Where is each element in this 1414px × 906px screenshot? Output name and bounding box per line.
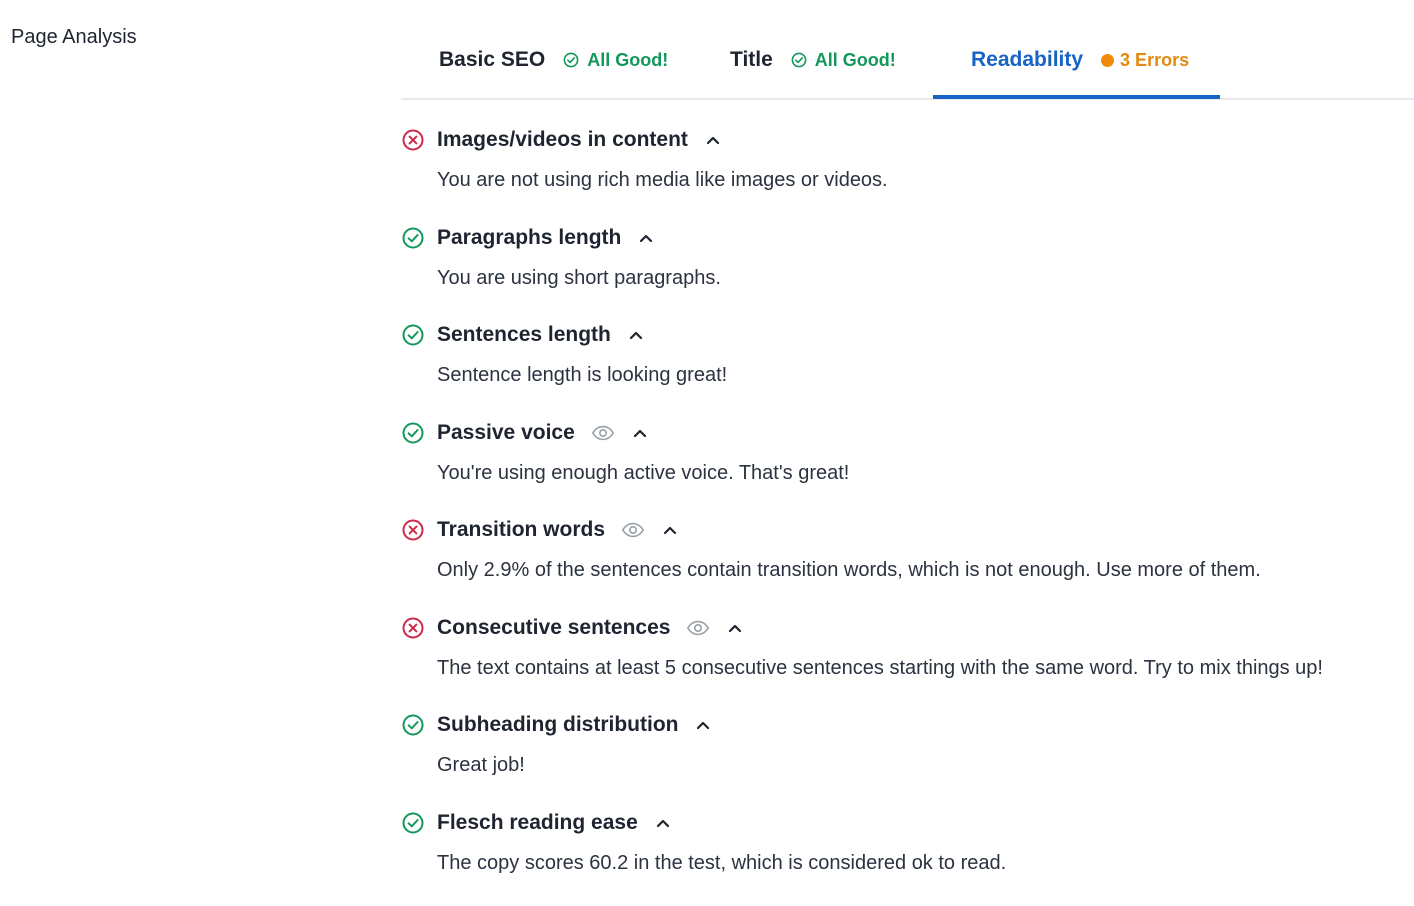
error-circle-icon (401, 518, 425, 542)
tab-status-text: All Good! (587, 40, 668, 80)
chevron-up-icon[interactable] (663, 525, 677, 535)
check-title: Subheading distribution (437, 713, 678, 737)
check-title: Paragraphs length (437, 226, 621, 250)
check-circle-icon (791, 52, 807, 68)
eye-icon[interactable] (686, 620, 710, 636)
chevron-up-icon[interactable] (633, 428, 647, 438)
chevron-up-icon[interactable] (696, 720, 710, 730)
check-circle-icon (401, 226, 425, 250)
check-description: You are using short paragraphs. (437, 267, 721, 290)
check-description: Great job! (437, 754, 525, 777)
chevron-up-icon[interactable] (706, 135, 720, 145)
analysis-tabs: Basic SEO All Good! Title All Good! Read… (401, 40, 1414, 100)
check-item-flesch-reading-ease: Flesch reading ease The copy scores 60.2… (401, 809, 1411, 906)
check-item-consecutive-sentences: Consecutive sentences The text contains … (401, 614, 1411, 712)
check-item-subheading-distribution: Subheading distribution Great job! (401, 711, 1411, 809)
eye-icon[interactable] (591, 425, 615, 441)
tab-status-text: 3 Errors (1120, 40, 1189, 80)
check-title: Passive voice (437, 421, 575, 445)
check-title: Consecutive sentences (437, 616, 670, 640)
chevron-up-icon[interactable] (639, 233, 653, 243)
active-tab-underline (933, 95, 1220, 99)
tab-label: Readability (971, 40, 1083, 80)
check-description: Only 2.9% of the sentences contain trans… (437, 559, 1261, 582)
check-header[interactable]: Flesch reading ease (401, 809, 670, 837)
tab-basic-seo[interactable]: Basic SEO All Good! (439, 40, 668, 98)
tab-label: Title (730, 40, 773, 80)
chevron-up-icon[interactable] (656, 818, 670, 828)
check-header[interactable]: Consecutive sentences (401, 614, 742, 642)
check-description: Sentence length is looking great! (437, 364, 727, 387)
eye-icon[interactable] (621, 522, 645, 538)
tab-status-text: All Good! (815, 40, 896, 80)
check-description: You are not using rich media like images… (437, 169, 888, 192)
check-title: Sentences length (437, 323, 611, 347)
check-header[interactable]: Images/videos in content (401, 126, 720, 154)
check-item-paragraphs-length: Paragraphs length You are using short pa… (401, 224, 1411, 322)
error-circle-icon (401, 616, 425, 640)
check-title: Images/videos in content (437, 128, 688, 152)
check-header[interactable]: Paragraphs length (401, 224, 653, 252)
tab-status-badge: 3 Errors (1101, 40, 1189, 80)
check-header[interactable]: Passive voice (401, 419, 647, 447)
tab-status-badge: All Good! (563, 40, 668, 80)
check-item-sentences-length: Sentences length Sentence length is look… (401, 321, 1411, 419)
error-circle-icon (401, 128, 425, 152)
chevron-up-icon[interactable] (728, 623, 742, 633)
check-description: The copy scores 60.2 in the test, which … (437, 852, 1006, 875)
readability-checks-list: Images/videos in content You are not usi… (401, 126, 1411, 906)
check-circle-icon (401, 713, 425, 737)
check-circle-icon (401, 421, 425, 445)
check-title: Transition words (437, 518, 605, 542)
check-item-passive-voice: Passive voice You're using enough active… (401, 419, 1411, 517)
check-description: You're using enough active voice. That's… (437, 462, 849, 485)
check-circle-icon (563, 52, 579, 68)
tab-status-badge: All Good! (791, 40, 896, 80)
tab-readability[interactable]: Readability 3 Errors (971, 40, 1189, 98)
check-description: The text contains at least 5 consecutive… (437, 657, 1323, 680)
tab-title[interactable]: Title All Good! (730, 40, 896, 98)
check-header[interactable]: Sentences length (401, 321, 643, 349)
page-label: Page Analysis (11, 26, 137, 49)
check-item-images-videos: Images/videos in content You are not usi… (401, 126, 1411, 224)
check-header[interactable]: Transition words (401, 516, 677, 544)
warning-dot-icon (1101, 54, 1114, 67)
check-circle-icon (401, 811, 425, 835)
check-circle-icon (401, 323, 425, 347)
check-item-transition-words: Transition words Only 2.9% of the senten… (401, 516, 1411, 614)
check-title: Flesch reading ease (437, 811, 638, 835)
chevron-up-icon[interactable] (629, 330, 643, 340)
tab-label: Basic SEO (439, 40, 545, 80)
check-header[interactable]: Subheading distribution (401, 711, 710, 739)
